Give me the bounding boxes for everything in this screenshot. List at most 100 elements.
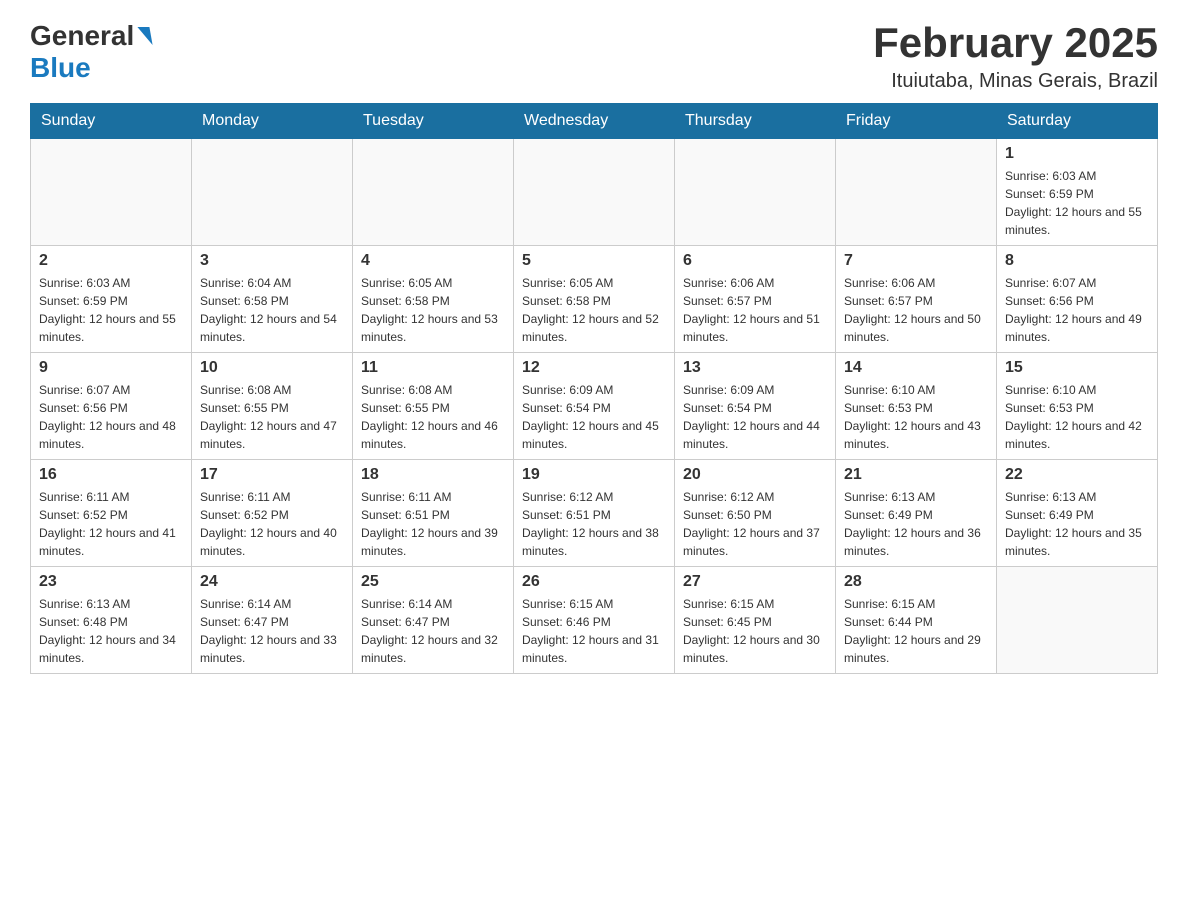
day-info: Sunrise: 6:06 AM Sunset: 6:57 PM Dayligh… bbox=[844, 274, 988, 346]
days-of-week-row: Sunday Monday Tuesday Wednesday Thursday… bbox=[31, 104, 1158, 139]
calendar-cell: 14Sunrise: 6:10 AM Sunset: 6:53 PM Dayli… bbox=[836, 353, 997, 460]
logo-blue-text: Blue bbox=[30, 52, 91, 84]
calendar-cell bbox=[31, 139, 192, 246]
calendar-cell: 11 Sunrise: 6:08 AM Sunset: 6:55 PM Dayli… bbox=[353, 353, 514, 460]
day-info: Sunrise: 6:15 AM Sunset: 6:45 PM Dayligh… bbox=[683, 595, 827, 667]
calendar-body: 1 Sunrise: 6:03 AM Sunset: 6:59 PM Daylig… bbox=[31, 139, 1158, 674]
day-info: Sunrise: 6:05 AM Sunset: 6:58 PM Dayligh… bbox=[522, 274, 666, 346]
calendar-cell bbox=[192, 139, 353, 246]
day-info: Sunrise: 6:11 AM Sunset: 6:52 PM Dayligh… bbox=[200, 488, 344, 560]
day-number: 23 bbox=[39, 573, 183, 591]
col-monday: Monday bbox=[192, 104, 353, 139]
day-number: 10 bbox=[200, 359, 344, 377]
day-number: 24 bbox=[200, 573, 344, 591]
calendar-cell: 1 Sunrise: 6:03 AM Sunset: 6:59 PM Daylig… bbox=[997, 139, 1158, 246]
day-info: Sunrise: 6:14 AM Sunset: 6:47 PM Dayligh… bbox=[200, 595, 344, 667]
day-number: 25 bbox=[361, 573, 505, 591]
day-number: 19 bbox=[522, 466, 666, 484]
day-number: 11 bbox=[361, 359, 505, 377]
day-number: 7 bbox=[844, 252, 988, 270]
day-info: Sunrise: 6:15 AM Sunset: 6:46 PM Dayligh… bbox=[522, 595, 666, 667]
calendar-cell: 6 Sunrise: 6:06 AM Sunset: 6:57 PM Daylig… bbox=[675, 246, 836, 353]
calendar-cell: 20Sunrise: 6:12 AM Sunset: 6:50 PM Dayli… bbox=[675, 460, 836, 567]
logo-general-text: General bbox=[30, 20, 151, 52]
day-info: Sunrise: 6:15 AM Sunset: 6:44 PM Dayligh… bbox=[844, 595, 988, 667]
calendar-table: Sunday Monday Tuesday Wednesday Thursday… bbox=[30, 103, 1158, 674]
col-friday: Friday bbox=[836, 104, 997, 139]
day-info: Sunrise: 6:04 AM Sunset: 6:58 PM Dayligh… bbox=[200, 274, 344, 346]
calendar-cell: 19 Sunrise: 6:12 AM Sunset: 6:51 PM Dayli… bbox=[514, 460, 675, 567]
day-info: Sunrise: 6:13 AM Sunset: 6:49 PM Dayligh… bbox=[1005, 488, 1149, 560]
calendar-cell: 25Sunrise: 6:14 AM Sunset: 6:47 PM Dayli… bbox=[353, 567, 514, 674]
calendar-cell: 13Sunrise: 6:09 AM Sunset: 6:54 PM Dayli… bbox=[675, 353, 836, 460]
day-number: 17 bbox=[200, 466, 344, 484]
day-info: Sunrise: 6:05 AM Sunset: 6:58 PM Dayligh… bbox=[361, 274, 505, 346]
day-number: 9 bbox=[39, 359, 183, 377]
col-sunday: Sunday bbox=[31, 104, 192, 139]
page-header: General Blue February 2025 Ituiutaba, Mi… bbox=[30, 20, 1158, 93]
month-title: February 2025 bbox=[873, 20, 1158, 66]
day-number: 20 bbox=[683, 466, 827, 484]
calendar-cell: 16Sunrise: 6:11 AM Sunset: 6:52 PM Dayli… bbox=[31, 460, 192, 567]
calendar-cell: 5 Sunrise: 6:05 AM Sunset: 6:58 PM Daylig… bbox=[514, 246, 675, 353]
day-number: 26 bbox=[522, 573, 666, 591]
week-row-0: 1 Sunrise: 6:03 AM Sunset: 6:59 PM Daylig… bbox=[31, 139, 1158, 246]
logo-triangle-icon bbox=[138, 27, 153, 45]
col-saturday: Saturday bbox=[997, 104, 1158, 139]
calendar-cell: 27 Sunrise: 6:15 AM Sunset: 6:45 PM Dayli… bbox=[675, 567, 836, 674]
calendar-cell: 4 Sunrise: 6:05 AM Sunset: 6:58 PM Daylig… bbox=[353, 246, 514, 353]
day-info: Sunrise: 6:10 AM Sunset: 6:53 PM Dayligh… bbox=[844, 381, 988, 453]
day-number: 6 bbox=[683, 252, 827, 270]
calendar-cell: 24 Sunrise: 6:14 AM Sunset: 6:47 PM Dayli… bbox=[192, 567, 353, 674]
day-number: 28 bbox=[844, 573, 988, 591]
calendar-cell: 10 Sunrise: 6:08 AM Sunset: 6:55 PM Dayli… bbox=[192, 353, 353, 460]
day-number: 27 bbox=[683, 573, 827, 591]
day-number: 21 bbox=[844, 466, 988, 484]
calendar-cell: 12Sunrise: 6:09 AM Sunset: 6:54 PM Dayli… bbox=[514, 353, 675, 460]
day-info: Sunrise: 6:09 AM Sunset: 6:54 PM Dayligh… bbox=[522, 381, 666, 453]
calendar-cell: 3 Sunrise: 6:04 AM Sunset: 6:58 PM Daylig… bbox=[192, 246, 353, 353]
calendar-cell: 9Sunrise: 6:07 AM Sunset: 6:56 PM Daylig… bbox=[31, 353, 192, 460]
calendar-cell: 8 Sunrise: 6:07 AM Sunset: 6:56 PM Daylig… bbox=[997, 246, 1158, 353]
day-number: 2 bbox=[39, 252, 183, 270]
col-wednesday: Wednesday bbox=[514, 104, 675, 139]
calendar-cell: 21 Sunrise: 6:13 AM Sunset: 6:49 PM Dayli… bbox=[836, 460, 997, 567]
day-info: Sunrise: 6:13 AM Sunset: 6:49 PM Dayligh… bbox=[844, 488, 988, 560]
calendar-cell bbox=[353, 139, 514, 246]
calendar-cell bbox=[997, 567, 1158, 674]
calendar-cell: 2 Sunrise: 6:03 AM Sunset: 6:59 PM Daylig… bbox=[31, 246, 192, 353]
day-number: 1 bbox=[1005, 145, 1149, 163]
calendar-cell bbox=[675, 139, 836, 246]
week-row-2: 9Sunrise: 6:07 AM Sunset: 6:56 PM Daylig… bbox=[31, 353, 1158, 460]
day-info: Sunrise: 6:06 AM Sunset: 6:57 PM Dayligh… bbox=[683, 274, 827, 346]
day-info: Sunrise: 6:08 AM Sunset: 6:55 PM Dayligh… bbox=[200, 381, 344, 453]
day-info: Sunrise: 6:11 AM Sunset: 6:51 PM Dayligh… bbox=[361, 488, 505, 560]
calendar-cell: 22Sunrise: 6:13 AM Sunset: 6:49 PM Dayli… bbox=[997, 460, 1158, 567]
day-info: Sunrise: 6:07 AM Sunset: 6:56 PM Dayligh… bbox=[1005, 274, 1149, 346]
title-block: February 2025 Ituiutaba, Minas Gerais, B… bbox=[873, 20, 1158, 93]
day-number: 3 bbox=[200, 252, 344, 270]
col-tuesday: Tuesday bbox=[353, 104, 514, 139]
calendar-cell: 15Sunrise: 6:10 AM Sunset: 6:53 PM Dayli… bbox=[997, 353, 1158, 460]
logo: General Blue bbox=[30, 20, 151, 84]
day-info: Sunrise: 6:13 AM Sunset: 6:48 PM Dayligh… bbox=[39, 595, 183, 667]
day-number: 8 bbox=[1005, 252, 1149, 270]
week-row-3: 16Sunrise: 6:11 AM Sunset: 6:52 PM Dayli… bbox=[31, 460, 1158, 567]
week-row-4: 23 Sunrise: 6:13 AM Sunset: 6:48 PM Dayli… bbox=[31, 567, 1158, 674]
day-info: Sunrise: 6:08 AM Sunset: 6:55 PM Dayligh… bbox=[361, 381, 505, 453]
day-info: Sunrise: 6:12 AM Sunset: 6:51 PM Dayligh… bbox=[522, 488, 666, 560]
calendar-cell: 28 Sunrise: 6:15 AM Sunset: 6:44 PM Dayli… bbox=[836, 567, 997, 674]
calendar-cell bbox=[514, 139, 675, 246]
calendar-cell: 17 Sunrise: 6:11 AM Sunset: 6:52 PM Dayli… bbox=[192, 460, 353, 567]
day-number: 4 bbox=[361, 252, 505, 270]
day-info: Sunrise: 6:11 AM Sunset: 6:52 PM Dayligh… bbox=[39, 488, 183, 560]
day-info: Sunrise: 6:03 AM Sunset: 6:59 PM Dayligh… bbox=[39, 274, 183, 346]
calendar-cell: 7 Sunrise: 6:06 AM Sunset: 6:57 PM Daylig… bbox=[836, 246, 997, 353]
day-number: 15 bbox=[1005, 359, 1149, 377]
col-thursday: Thursday bbox=[675, 104, 836, 139]
day-number: 5 bbox=[522, 252, 666, 270]
day-info: Sunrise: 6:03 AM Sunset: 6:59 PM Dayligh… bbox=[1005, 167, 1149, 239]
calendar-header: Sunday Monday Tuesday Wednesday Thursday… bbox=[31, 104, 1158, 139]
calendar-cell: 26 Sunrise: 6:15 AM Sunset: 6:46 PM Dayli… bbox=[514, 567, 675, 674]
location-subtitle: Ituiutaba, Minas Gerais, Brazil bbox=[873, 70, 1158, 93]
